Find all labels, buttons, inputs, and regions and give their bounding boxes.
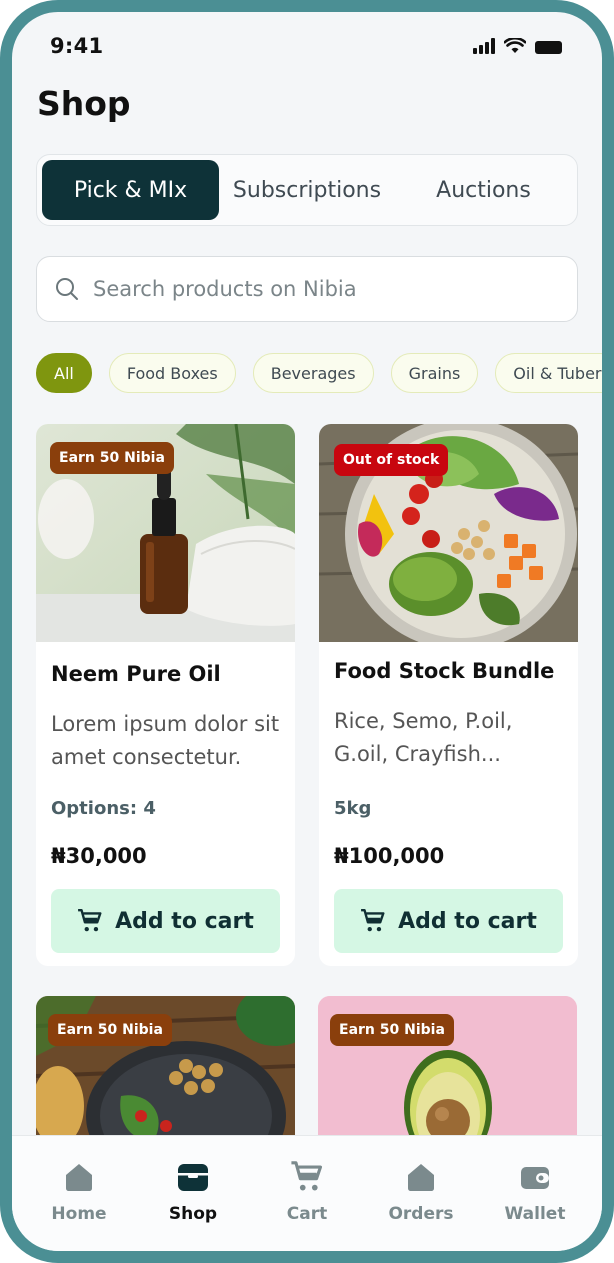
nav-wallet[interactable]: Wallet [485, 1136, 585, 1251]
chip-all[interactable]: All [36, 353, 92, 393]
product-image-food-bowl: Out of stock [319, 424, 578, 642]
product-card-food-stock-bundle[interactable]: Out of stock Food Stock Bundle Rice, Sem… [319, 424, 578, 966]
out-of-stock-badge: Out of stock [334, 444, 449, 476]
earn-badge: Earn 50 Nibia [330, 1014, 454, 1046]
wallet-icon [521, 1167, 549, 1189]
nav-shop[interactable]: Shop [143, 1136, 243, 1251]
phone-frame: 9:41 Shop Pick & MIx Subscriptions Aucti… [0, 0, 614, 1263]
nav-orders[interactable]: Orders [371, 1136, 471, 1251]
search-icon [56, 278, 78, 300]
status-time: 9:41 [50, 34, 104, 58]
earn-badge: Earn 50 Nibia [50, 442, 174, 474]
chip-grains[interactable]: Grains [390, 353, 479, 393]
add-to-cart-button[interactable]: Add to cart [51, 889, 280, 953]
cart-icon [361, 908, 385, 932]
search-input[interactable] [93, 277, 533, 301]
segmented-tabs: Pick & MIx Subscriptions Auctions [36, 154, 578, 226]
product-card-neem-pure-oil[interactable]: Earn 50 Nibia Neem Pure Oil Lorem ipsum … [36, 424, 295, 966]
nav-label: Cart [286, 1204, 328, 1224]
tab-subscriptions[interactable]: Subscriptions [219, 160, 395, 220]
earn-badge: Earn 50 Nibia [48, 1014, 172, 1046]
add-to-cart-label: Add to cart [115, 908, 254, 934]
tab-pick-and-mix[interactable]: Pick & MIx [42, 160, 219, 220]
product-card-3[interactable]: Earn 50 Nibia [36, 996, 295, 1156]
battery-icon [535, 41, 562, 54]
search-bar [36, 256, 578, 322]
nav-label: Home [51, 1204, 107, 1224]
nav-cart[interactable]: Cart [257, 1136, 357, 1251]
home-icon [66, 1164, 92, 1191]
chip-food-boxes[interactable]: Food Boxes [108, 353, 236, 393]
nav-label: Shop [168, 1204, 218, 1224]
product-options: Options: 4 [51, 798, 156, 819]
product-weight: 5kg [334, 798, 372, 819]
bottom-nav: Home Shop Cart Orders Wallet [12, 1135, 602, 1251]
product-description: Rice, Semo, P.oil, G.oil, Crayfish... [334, 709, 513, 766]
chip-oil-and-tuber[interactable]: Oil & Tuber [495, 353, 602, 393]
product-description: Lorem ipsum dolor sit amet consectetur. [51, 712, 280, 769]
orders-icon [408, 1164, 434, 1191]
signal-icon [473, 38, 495, 54]
page-title: Shop [37, 84, 131, 123]
product-title: Neem Pure Oil [51, 662, 221, 686]
category-chips: All Food Boxes Beverages Grains Oil & Tu… [36, 353, 602, 393]
cart-icon [78, 908, 102, 932]
product-image-avocado: Earn 50 Nibia [318, 996, 577, 1156]
chip-beverages[interactable]: Beverages [252, 353, 374, 393]
product-image-food-platter: Earn 50 Nibia [36, 996, 295, 1156]
status-icons [473, 38, 562, 54]
status-bar: 9:41 [12, 12, 602, 82]
product-image-neem-oil: Earn 50 Nibia [36, 424, 295, 642]
nav-label: Wallet [504, 1204, 566, 1224]
add-to-cart-label: Add to cart [398, 908, 537, 934]
cart-icon [291, 1161, 323, 1191]
product-card-4[interactable]: Earn 50 Nibia [318, 996, 577, 1156]
product-title: Food Stock Bundle [334, 659, 555, 683]
wifi-icon [504, 38, 526, 53]
shop-screen: 9:41 Shop Pick & MIx Subscriptions Aucti… [12, 12, 602, 1251]
add-to-cart-button[interactable]: Add to cart [334, 889, 563, 953]
product-price: ₦30,000 [51, 844, 147, 868]
nav-home[interactable]: Home [29, 1136, 129, 1251]
tab-auctions[interactable]: Auctions [395, 160, 572, 220]
nav-label: Orders [388, 1204, 454, 1224]
product-price: ₦100,000 [334, 844, 445, 868]
shop-icon [178, 1164, 208, 1191]
